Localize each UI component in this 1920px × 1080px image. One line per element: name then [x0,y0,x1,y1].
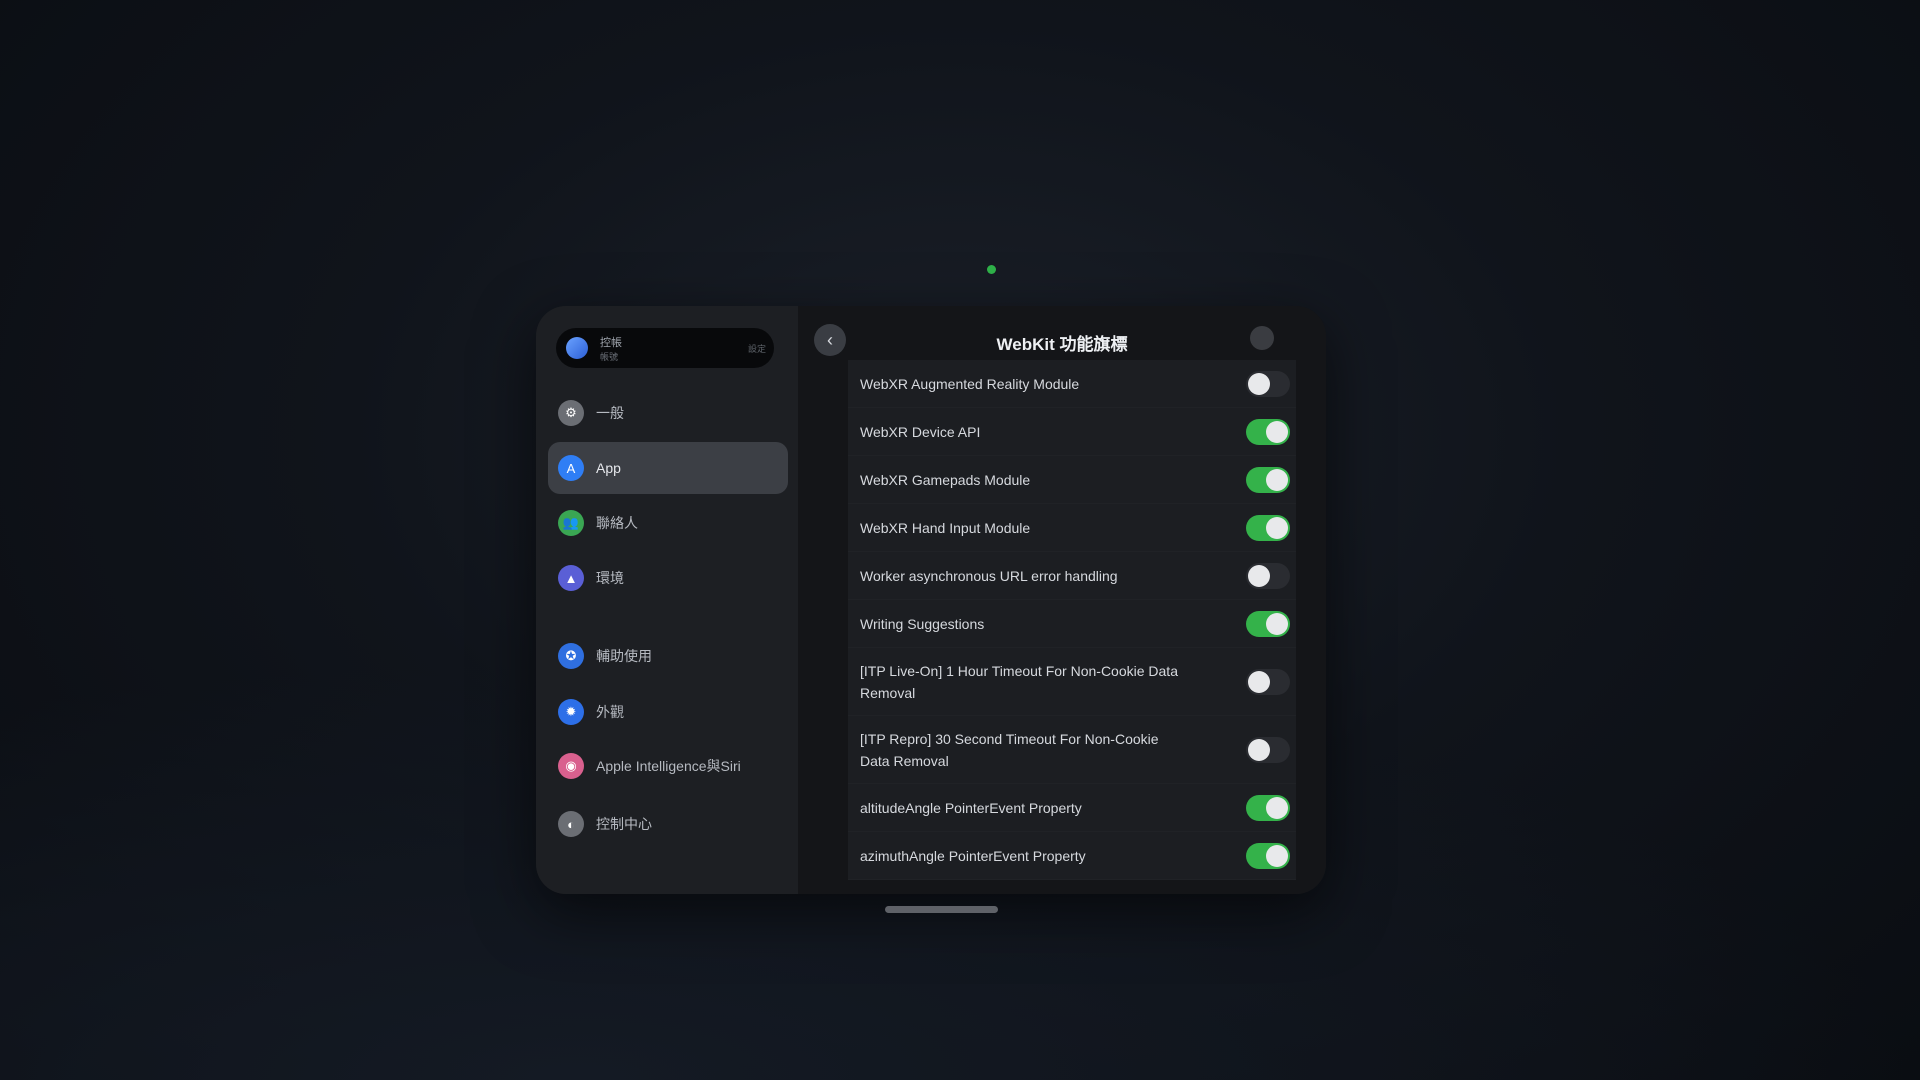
list-item: WebXR Hand Input Module [848,504,1296,552]
sidebar-item-general[interactable]: ⚙ 一般 [548,389,788,437]
row-label: azimuthAngle PointerEvent Property [860,847,1086,864]
sidebar-item-environments[interactable]: ▲ 環境 [548,554,788,602]
toggle-knob [1266,844,1288,867]
toggle-knob [1266,468,1288,491]
mountain-icon: ▲ [558,565,584,591]
toggle-switch[interactable] [1246,668,1290,695]
sidebar-item-label: 聯絡人 [596,515,638,531]
list-item: altitudeAngle PointerEvent Property [848,784,1296,832]
sidebar-item-label: App [596,460,621,476]
settings-window: 控帳 帳號 設定 ⚙ 一般 A App 👥 聯絡人 ▲ 環境 ✪ 輔助使用 ✹ … [536,306,1326,894]
accessibility-icon: ✪ [558,643,584,669]
sidebar-item-label: 輔助使用 [596,648,652,664]
row-label: [ITP Repro] 30 Second Timeout For Non-Co… [860,730,1159,769]
sun-icon: ✹ [558,699,584,725]
list-item: WebXR Gamepads Module [848,456,1296,504]
page-title: WebKit 功能旗標 [996,335,1128,354]
toggle-knob [1248,738,1270,761]
account-subtitle: 帳號 [600,351,619,362]
row-label: Writing Suggestions [860,615,985,632]
detail-pane: ‹ WebKit 功能旗標 WebXR Augmented Reality Mo… [798,306,1326,894]
window-grabber[interactable] [885,906,998,913]
list-item: Worker asynchronous URL error handling [848,552,1296,600]
list-item: Writing Suggestions [848,600,1296,648]
toggle-switch[interactable] [1246,736,1290,763]
avatar [566,337,588,359]
toggle-switch[interactable] [1246,466,1290,493]
sidebar-item-accessibility[interactable]: ✪ 輔助使用 [548,632,788,680]
list-item: WebXR Augmented Reality Module [848,360,1296,408]
toggle-switch[interactable] [1246,562,1290,589]
recording-indicator [987,265,996,274]
toggle-knob [1248,564,1270,587]
gear-icon: ⚙ [558,400,584,426]
sidebar-item-label: 外觀 [596,704,624,720]
row-label: WebXR Device API [860,423,981,440]
toggle-switch[interactable] [1246,418,1290,445]
toggle-knob [1248,670,1270,693]
account-name: 控帳 [600,336,622,349]
sidebar-item-label: 環境 [596,570,624,586]
list-item: azimuthAngle PointerEvent Property [848,832,1296,880]
list-item: WebXR Device API [848,408,1296,456]
toggle-knob [1266,516,1288,539]
toggle-knob [1266,420,1288,443]
toggle-switch[interactable] [1246,610,1290,637]
sidebar-item-appearance[interactable]: ✹ 外觀 [548,688,788,736]
toggle-knob [1266,612,1288,635]
row-label: [ITP Live-On] 1 Hour Timeout For Non-Coo… [860,662,1178,701]
app-store-icon: A [558,455,584,481]
list-item: [ITP Live-On] 1 Hour Timeout For Non-Coo… [848,648,1296,716]
row-label: altitudeAngle PointerEvent Property [860,799,1082,816]
more-icon[interactable] [1250,326,1274,350]
sidebar-item-control-center[interactable]: ◐ 控制中心 [548,800,788,848]
feature-flag-list: WebXR Augmented Reality Module WebXR Dev… [848,360,1296,880]
sidebar-item-label: 控制中心 [596,816,652,832]
row-label: Worker asynchronous URL error handling [860,567,1118,584]
row-label: WebXR Gamepads Module [860,471,1031,488]
toggle-switch[interactable] [1246,794,1290,821]
sidebar: 控帳 帳號 設定 ⚙ 一般 A App 👥 聯絡人 ▲ 環境 ✪ 輔助使用 ✹ … [536,306,798,894]
sidebar-item-app[interactable]: A App [548,442,788,494]
sidebar-item-label: Apple Intelligence與Siri [596,758,741,774]
list-item: [ITP Repro] 30 Second Timeout For Non-Co… [848,716,1296,784]
account-side-label: 設定 [747,343,766,354]
toggle-switch[interactable] [1246,842,1290,869]
control-center-icon: ◐ [558,811,584,837]
toggle-knob [1266,796,1288,819]
toggle-switch[interactable] [1246,370,1290,397]
sidebar-item-siri[interactable]: ◉ Apple Intelligence與Siri [548,742,788,790]
people-icon: 👥 [558,510,584,536]
toggle-knob [1248,372,1270,395]
row-label: WebXR Augmented Reality Module [860,375,1080,392]
account-text: 控帳 帳號 [600,334,622,363]
sidebar-item-contacts[interactable]: 👥 聯絡人 [548,499,788,547]
detail-header: ‹ WebKit 功能旗標 [798,306,1326,360]
account-bar[interactable]: 控帳 帳號 設定 [556,328,774,368]
toggle-switch[interactable] [1246,514,1290,541]
sidebar-item-label: 一般 [596,405,624,421]
siri-icon: ◉ [558,753,584,779]
row-label: WebXR Hand Input Module [860,519,1031,536]
